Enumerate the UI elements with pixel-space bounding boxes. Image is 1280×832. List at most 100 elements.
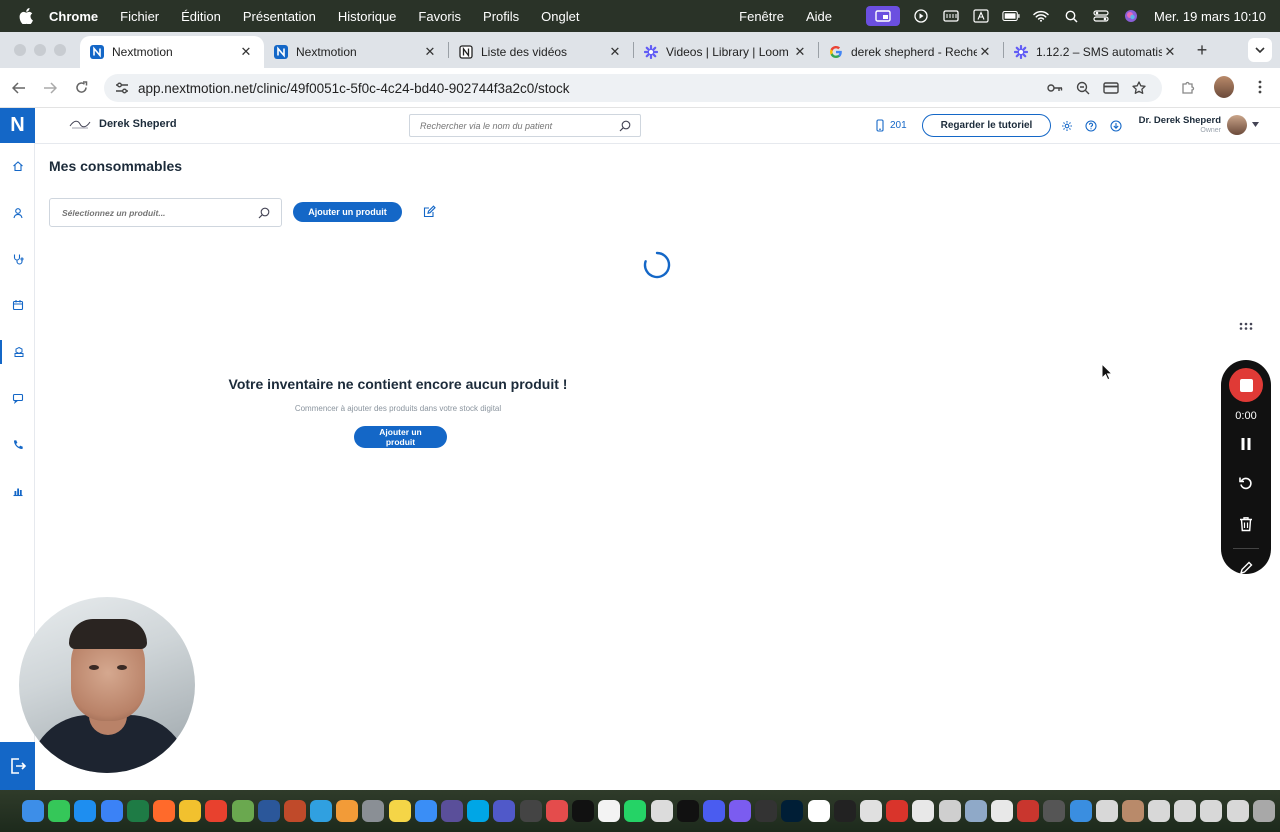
firefox-icon[interactable] [152, 800, 175, 822]
menu-profils[interactable]: Profils [483, 9, 519, 24]
new-tab-plus-icon[interactable]: + [1188, 36, 1216, 64]
dock-app-icon[interactable] [545, 800, 568, 822]
trash-delete-icon[interactable] [1234, 512, 1258, 536]
photos-icon[interactable] [336, 800, 359, 822]
finder-icon[interactable] [22, 800, 44, 822]
menu-onglet[interactable]: Onglet [541, 9, 579, 24]
messages-app-icon[interactable] [48, 800, 71, 822]
extensions-puzzle-icon[interactable] [1178, 76, 1198, 98]
tab-close-icon[interactable]: ✕ [977, 44, 993, 60]
menu-app-name[interactable]: Chrome [49, 9, 98, 24]
dock-app-icon[interactable] [100, 800, 123, 822]
product-select-box[interactable] [49, 198, 282, 227]
dock-app-icon[interactable] [990, 800, 1013, 822]
stethoscope-icon[interactable] [0, 247, 35, 271]
tab-close-icon[interactable]: ✕ [238, 44, 254, 60]
menu-edition[interactable]: Édition [181, 9, 221, 24]
dock-app-icon[interactable] [938, 800, 961, 822]
avatar[interactable] [1227, 115, 1247, 135]
chatgpt-icon[interactable] [755, 800, 778, 822]
profile-avatar-icon[interactable] [1214, 76, 1234, 98]
spotlight-search-icon[interactable] [1062, 8, 1080, 24]
site-settings-icon[interactable] [112, 82, 132, 94]
dock-app-icon[interactable] [833, 800, 856, 822]
word-icon[interactable] [257, 800, 280, 822]
back-arrow-icon[interactable] [7, 76, 31, 100]
screen-record-icon[interactable] [866, 6, 900, 26]
dictionary-icon[interactable] [1017, 800, 1040, 822]
browser-tab-3[interactable]: Liste des vidéos ✕ [449, 36, 633, 68]
menubar-clock[interactable]: Mer. 19 mars 10:10 [1154, 9, 1266, 24]
password-key-icon[interactable] [1046, 78, 1064, 98]
clinic-selector[interactable]: Derek Sheperd [69, 118, 177, 130]
minimize-window-button[interactable] [34, 44, 46, 56]
photoshop-icon[interactable] [781, 800, 804, 822]
dock-app-icon[interactable] [702, 800, 725, 822]
nextmotion-logo[interactable]: N [0, 108, 35, 143]
excel-icon[interactable] [126, 800, 149, 822]
menu-presentation[interactable]: Présentation [243, 9, 316, 24]
webcam-bubble[interactable] [19, 597, 195, 773]
notion-app-icon[interactable] [807, 800, 830, 822]
dock-app-icon[interactable] [1095, 800, 1118, 822]
menu-historique[interactable]: Historique [338, 9, 397, 24]
app-store-icon[interactable] [74, 800, 97, 822]
close-window-button[interactable] [14, 44, 26, 56]
patient-search-input[interactable] [420, 120, 620, 131]
dock-app-icon[interactable] [519, 800, 542, 822]
final-cut-icon[interactable] [441, 800, 463, 822]
chevron-down-icon[interactable] [1251, 120, 1259, 128]
dock-app-icon[interactable] [231, 800, 254, 822]
dock-app-icon[interactable] [886, 800, 909, 822]
download-icon[interactable] [1108, 118, 1124, 134]
browser-tab-5[interactable]: derek shepherd - Reche ✕ [819, 36, 1003, 68]
dock-app-icon[interactable] [964, 800, 987, 822]
siri-icon[interactable] [1122, 8, 1140, 24]
menu-favoris[interactable]: Favoris [418, 9, 461, 24]
add-product-button[interactable]: Ajouter un produit [293, 202, 402, 222]
bookmark-star-icon[interactable] [1130, 78, 1148, 98]
calendar-icon[interactable] [0, 293, 35, 317]
search-icon[interactable] [618, 119, 632, 133]
tab-close-icon[interactable]: ✕ [792, 44, 808, 60]
tab-close-icon[interactable]: ✕ [607, 44, 623, 60]
url-text[interactable]: app.nextmotion.net/clinic/49f0051c-5f0c-… [138, 81, 570, 96]
tab-search-chevron-icon[interactable] [1248, 38, 1272, 62]
dock-app-icon[interactable] [1121, 800, 1144, 822]
play-circle-icon[interactable] [912, 8, 930, 24]
dock-app-icon[interactable] [310, 800, 333, 822]
patient-search-box[interactable] [409, 114, 641, 137]
zoom-window-button[interactable] [54, 44, 66, 56]
restart-icon[interactable] [1234, 471, 1258, 495]
dock-app-icon[interactable] [1200, 800, 1223, 822]
battery-icon[interactable] [1002, 8, 1020, 24]
zoom-icon[interactable] [1074, 78, 1092, 98]
stop-recording-button[interactable] [1229, 368, 1263, 402]
powerpoint-icon[interactable] [283, 800, 306, 822]
dock-app-icon[interactable] [729, 800, 752, 822]
opera-icon[interactable] [205, 800, 228, 822]
browser-tab-6[interactable]: 1.12.2 – SMS automatisé ✕ [1004, 36, 1188, 68]
wifi-icon[interactable] [1032, 8, 1050, 24]
dock-app-icon[interactable] [1174, 800, 1197, 822]
menu-fichier[interactable]: Fichier [120, 9, 159, 24]
reload-icon[interactable] [69, 76, 93, 100]
notes-icon[interactable] [388, 800, 411, 822]
product-select-input[interactable] [62, 207, 252, 218]
menu-aide[interactable]: Aide [806, 9, 832, 24]
input-source-icon[interactable] [972, 8, 990, 24]
browser-tab-1[interactable]: Nextmotion ✕ [80, 36, 264, 68]
edit-pencil-icon[interactable] [422, 204, 436, 218]
menu-fenetre[interactable]: Fenêtre [739, 9, 784, 24]
system-settings-icon[interactable] [362, 800, 385, 822]
omnibox[interactable]: app.nextmotion.net/clinic/49f0051c-5f0c-… [104, 74, 1162, 102]
dock-app-icon[interactable] [1226, 800, 1249, 822]
user-menu[interactable]: Dr. Derek Sheperd Owner [1131, 115, 1221, 134]
settings-gear-icon[interactable] [1059, 118, 1075, 134]
help-question-icon[interactable] [1083, 118, 1099, 134]
apple-menu-icon[interactable] [17, 7, 35, 25]
trash-icon[interactable] [1252, 800, 1275, 822]
preview-icon[interactable] [912, 800, 935, 822]
messages-icon[interactable] [0, 386, 35, 410]
skype-icon[interactable] [467, 800, 490, 822]
